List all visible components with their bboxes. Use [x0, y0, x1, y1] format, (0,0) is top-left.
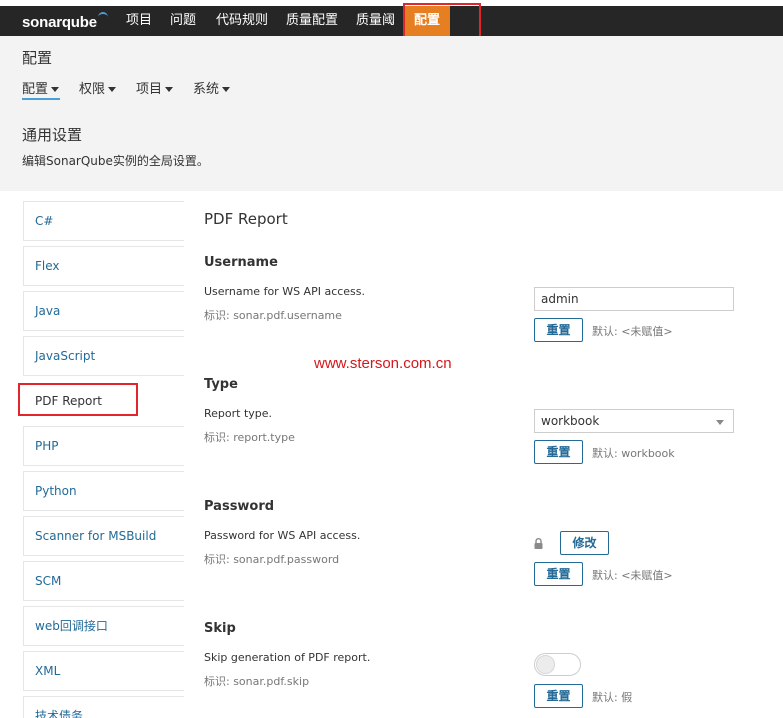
username-input[interactable]: admin [534, 287, 734, 311]
default-username: 默认: <未赋值> [592, 325, 673, 338]
category-technical-debt[interactable]: 技术债务 [23, 696, 184, 718]
toggle-knob [536, 655, 555, 674]
reset-password-button[interactable]: 重置 [534, 562, 583, 586]
nav-issues[interactable]: 问题 [160, 6, 206, 36]
category-php[interactable]: PHP [23, 426, 184, 466]
definition-description-password: Password for WS API access. [204, 529, 361, 542]
definition-key-username: 标识: sonar.pdf.username [204, 309, 342, 322]
page-title: 配置 [22, 49, 53, 67]
reset-username-button[interactable]: 重置 [534, 318, 583, 342]
caret-down-icon [108, 87, 117, 92]
subnav-configuration[interactable]: 配置 [22, 78, 60, 97]
settings-description: 编辑SonarQube实例的全局设置。 [22, 154, 209, 168]
category-pdf-report[interactable]: PDF Report [23, 381, 184, 421]
definition-description-username: Username for WS API access. [204, 285, 366, 298]
caret-down-icon [165, 87, 174, 92]
reset-type-button[interactable]: 重置 [534, 440, 583, 464]
nav-quality-profiles[interactable]: 质量配置 [276, 6, 348, 36]
category-flex[interactable]: Flex [23, 246, 184, 286]
definition-title-username: Username [204, 255, 278, 270]
category-xml[interactable]: XML [23, 651, 184, 691]
subnav-projects[interactable]: 项目 [136, 78, 174, 97]
nav-rules[interactable]: 代码规则 [206, 6, 278, 36]
category-csharp[interactable]: C# [23, 201, 184, 241]
category-java[interactable]: Java [23, 291, 184, 331]
category-scm[interactable]: SCM [23, 561, 184, 601]
default-password: 默认: <未赋值> [592, 569, 673, 582]
default-skip: 默认: 假 [592, 691, 633, 704]
skip-toggle[interactable] [534, 653, 581, 676]
panel-title: PDF Report [204, 210, 288, 228]
caret-down-icon [222, 87, 231, 92]
settings-title: 通用设置 [22, 126, 83, 144]
lock-icon [534, 538, 543, 549]
sonarqube-logo[interactable]: sonarqube [22, 12, 108, 31]
default-type: 默认: workbook [592, 447, 675, 460]
nav-quality-gates[interactable]: 质量阈 [346, 6, 405, 36]
nav-projects[interactable]: 项目 [116, 6, 162, 36]
definition-key-skip: 标识: sonar.pdf.skip [204, 675, 310, 688]
category-javascript[interactable]: JavaScript [23, 336, 184, 376]
definition-key-password: 标识: sonar.pdf.password [204, 553, 340, 566]
dropdown-arrow-icon [716, 420, 724, 425]
subnav-security[interactable]: 权限 [79, 78, 117, 97]
subnav-system[interactable]: 系统 [193, 78, 231, 97]
reset-skip-button[interactable]: 重置 [534, 684, 583, 708]
caret-down-icon [51, 87, 60, 92]
type-select[interactable]: workbook [534, 409, 734, 433]
definition-description-skip: Skip generation of PDF report. [204, 651, 371, 664]
settings-panel [184, 191, 783, 718]
definition-title-password: Password [204, 499, 275, 514]
nav-administration[interactable]: 配置 [404, 6, 450, 36]
category-python[interactable]: Python [23, 471, 184, 511]
definition-description-type: Report type. [204, 407, 273, 420]
watermark: www.sterson.com.cn [314, 355, 452, 372]
category-scanner-msbuild[interactable]: Scanner for MSBuild [23, 516, 184, 556]
logo-wave-icon [97, 12, 108, 22]
subnav-active-underline [22, 98, 60, 100]
definition-key-type: 标识: report.type [204, 431, 295, 444]
definition-title-skip: Skip [204, 621, 236, 636]
change-password-button[interactable]: 修改 [560, 531, 609, 555]
category-webhooks[interactable]: web回调接口 [23, 606, 184, 646]
definition-title-type: Type [204, 377, 238, 392]
